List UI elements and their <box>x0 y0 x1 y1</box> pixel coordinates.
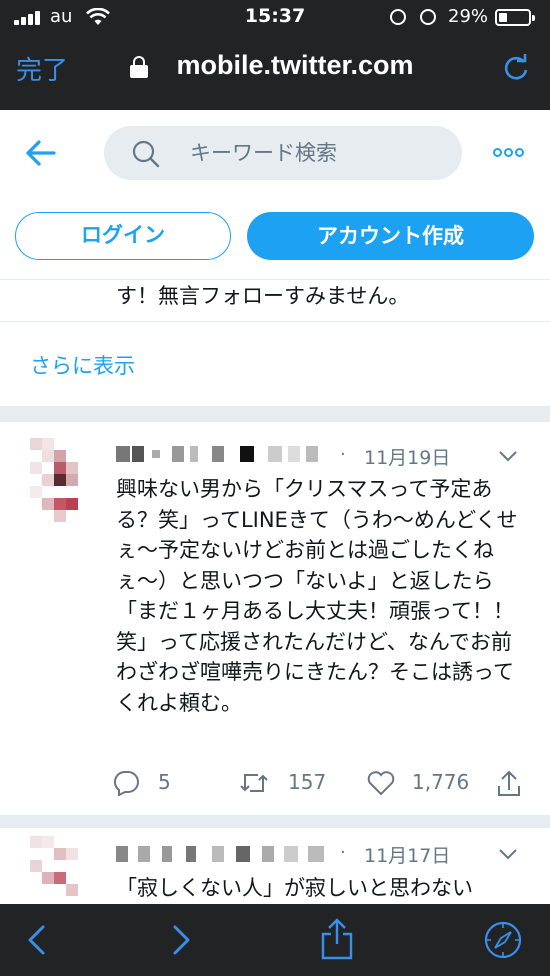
like-count: 1,776 <box>412 770 470 794</box>
status-bar: au 15:37 29% <box>0 0 550 36</box>
chevron-down-icon[interactable] <box>498 450 518 462</box>
tweet[interactable]: · 11月17日 「寂しくない人」が寂しいと思わない <box>0 828 550 908</box>
show-more-link[interactable]: さらに表示 <box>30 350 135 380</box>
meta-separator: · <box>340 444 346 465</box>
address-bar[interactable]: mobile.twitter.com <box>120 50 440 81</box>
back-icon[interactable] <box>26 924 46 956</box>
tweet-date[interactable]: 11月19日 <box>364 443 450 470</box>
reload-icon[interactable] <box>502 54 530 82</box>
avatar[interactable] <box>24 834 84 904</box>
like-button[interactable]: 1,776 <box>366 768 486 800</box>
url-text: mobile.twitter.com <box>176 50 414 80</box>
rotation-lock-icon <box>390 9 406 25</box>
more-icon[interactable] <box>493 148 525 158</box>
tweet-text: 興味ない男から「クリスマスって予定ある？笑」ってLINEきて（うわ〜めんどくせぇ… <box>116 477 518 715</box>
browser-toolbar <box>0 904 550 976</box>
meta-separator: · <box>340 842 346 863</box>
battery-icon <box>495 9 535 26</box>
alarm-icon <box>420 9 436 25</box>
done-button[interactable]: 完了 <box>16 50 68 87</box>
login-button[interactable]: ログイン <box>15 212 231 260</box>
show-more-row[interactable]: さらに表示 <box>0 322 550 406</box>
tweet-divider <box>0 816 550 828</box>
forward-icon[interactable] <box>172 924 192 956</box>
compass-icon[interactable] <box>484 921 522 959</box>
battery-percent: 29% <box>448 6 489 27</box>
tweet-actions: 5 157 1,776 <box>112 768 532 800</box>
display-name[interactable] <box>112 446 322 466</box>
reply-count: 5 <box>158 770 171 794</box>
signup-button[interactable]: アカウント作成 <box>247 212 534 260</box>
retweet-icon <box>240 774 268 792</box>
back-arrow-icon[interactable] <box>24 138 58 168</box>
heart-icon <box>367 771 395 796</box>
search-box[interactable] <box>104 126 462 180</box>
tweet[interactable]: · 11月19日 興味ない男から「クリスマスって予定ある？笑」ってLINEきて（… <box>0 422 550 816</box>
avatar[interactable] <box>24 436 84 524</box>
tweet-date[interactable]: 11月17日 <box>364 841 450 868</box>
share-icon[interactable] <box>320 918 354 960</box>
previous-tweet-text: す！無言フォローすみません。 <box>116 284 410 308</box>
display-name[interactable] <box>112 846 330 866</box>
share-tweet-icon <box>498 770 520 796</box>
section-divider <box>0 406 550 422</box>
share-tweet-button[interactable] <box>496 768 526 800</box>
retweet-count: 157 <box>288 770 327 794</box>
chevron-down-icon[interactable] <box>498 848 518 860</box>
retweet-button[interactable]: 157 <box>238 768 338 800</box>
tweet-text: 「寂しくない人」が寂しいと思わない <box>116 876 473 900</box>
reply-icon <box>113 771 139 796</box>
twitter-header: ログイン アカウント作成 <box>0 110 550 280</box>
search-icon <box>132 140 160 168</box>
reply-button[interactable]: 5 <box>112 768 192 800</box>
browser-top-chrome: au 15:37 29% 完了 mobile.twitter.com <box>0 0 550 110</box>
previous-tweet[interactable]: す！無言フォローすみません。 <box>0 280 550 322</box>
search-input[interactable] <box>190 126 450 180</box>
